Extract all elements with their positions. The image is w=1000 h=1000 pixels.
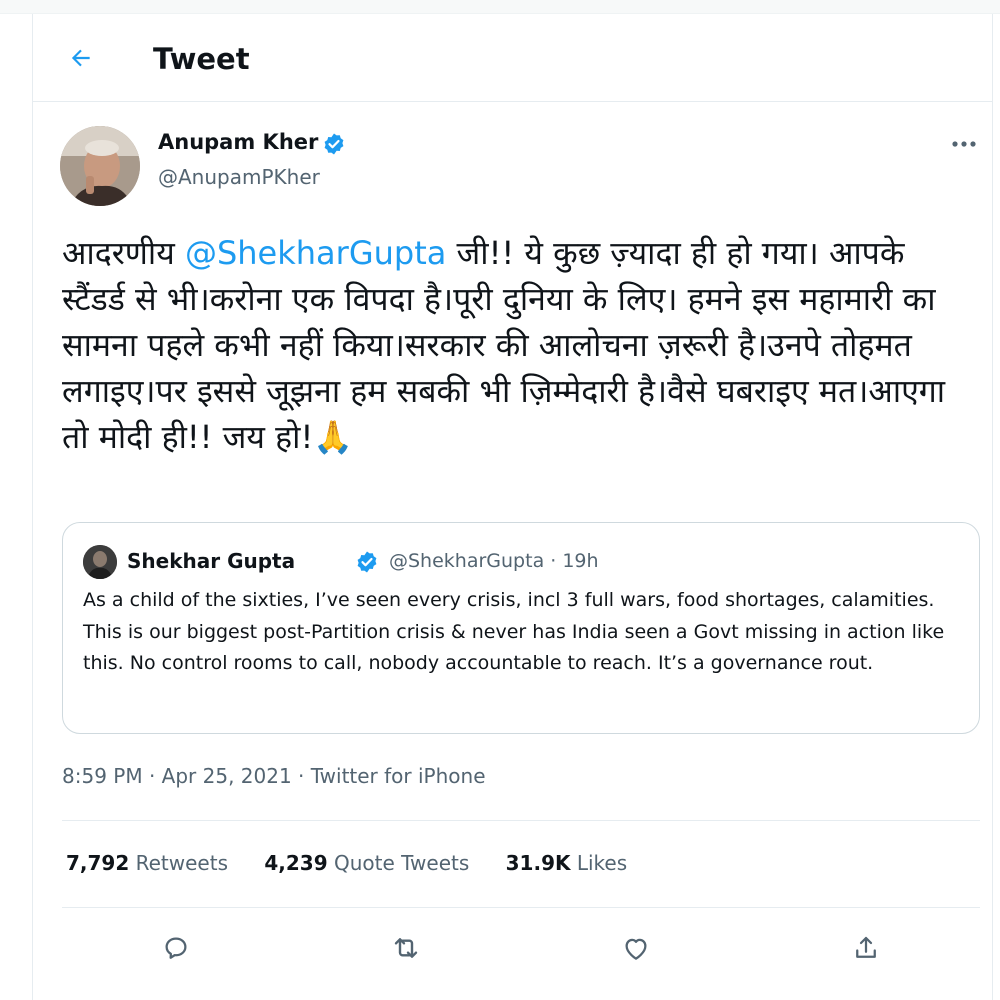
quote-tweets-stat[interactable]: 4,239 Quote Tweets — [264, 851, 469, 875]
quoted-tweet-text: As a child of the sixties, I’ve seen eve… — [83, 589, 945, 674]
tweet-text-start: आदरणीय — [62, 234, 185, 272]
quote-tweets-label: Quote Tweets — [333, 851, 470, 875]
quoted-tweet-card[interactable]: Shekhar Gupta @ShekharGupta · 19h As a c… — [62, 522, 980, 734]
retweet-button[interactable] — [382, 924, 430, 972]
browser-top-strip — [0, 0, 1000, 14]
tweet-text: आदरणीय @ShekharGupta जी!! ये कुछ ज़्यादा… — [62, 230, 977, 460]
divider — [62, 820, 980, 821]
page-header: Tweet — [33, 14, 992, 102]
quoted-verified-badge-icon — [355, 550, 379, 578]
author-name[interactable]: Anupam Kher — [158, 130, 318, 154]
reply-icon — [165, 937, 187, 959]
arrow-left-icon — [71, 49, 90, 67]
retweets-count: 7,792 — [66, 851, 130, 875]
reply-button[interactable] — [152, 924, 200, 972]
quoted-handle-time: @ShekharGupta · 19h — [389, 550, 599, 572]
like-button[interactable] — [612, 924, 660, 972]
quote-tweets-count: 4,239 — [264, 851, 328, 875]
likes-stat[interactable]: 31.9K Likes — [506, 851, 628, 875]
engagement-stats: 7,792 Retweets 4,239 Quote Tweets 31.9K … — [66, 851, 627, 875]
likes-label: Likes — [576, 851, 628, 875]
quoted-author-name: Shekhar Gupta — [127, 549, 296, 573]
more-options-button[interactable] — [944, 128, 984, 160]
retweets-stat[interactable]: 7,792 Retweets — [66, 851, 228, 875]
action-bar — [62, 918, 980, 978]
divider — [62, 907, 980, 908]
verified-badge-icon — [322, 132, 346, 160]
share-button[interactable] — [842, 924, 890, 972]
column-border-right — [992, 14, 993, 1000]
avatar[interactable] — [60, 126, 140, 206]
author-handle[interactable]: @AnupamPKher — [158, 165, 320, 189]
tweet-timestamp[interactable]: 8:59 PM · Apr 25, 2021 · Twitter for iPh… — [62, 764, 486, 788]
retweet-icon — [394, 938, 418, 958]
quoted-avatar — [83, 545, 117, 579]
mention-link[interactable]: @ShekharGupta — [185, 234, 446, 272]
page-title: Tweet — [153, 42, 250, 76]
column-border-left — [32, 14, 33, 1000]
back-button[interactable] — [59, 36, 103, 80]
likes-count: 31.9K — [505, 851, 571, 875]
like-icon — [625, 938, 647, 960]
share-icon — [856, 936, 876, 958]
retweets-label: Retweets — [135, 851, 228, 875]
more-icon — [952, 141, 976, 147]
